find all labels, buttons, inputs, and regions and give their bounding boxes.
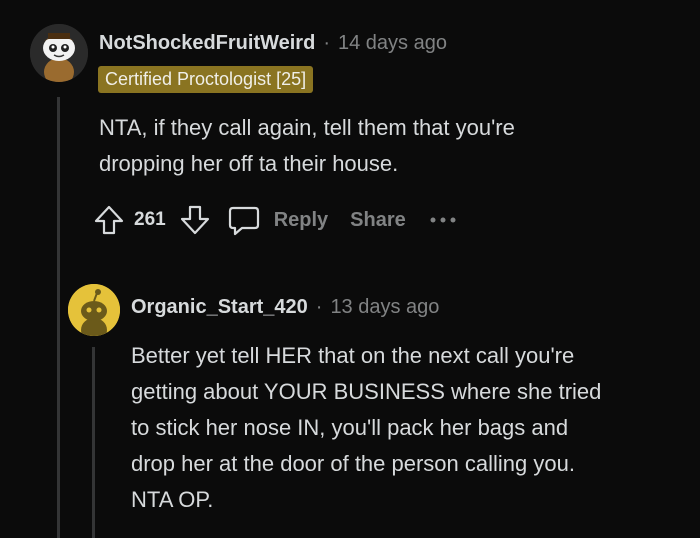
comment-body: NTA, if they call again, tell them that … bbox=[99, 110, 679, 182]
separator-dot: · bbox=[315, 296, 323, 318]
comment-line: dropping her off ta their house. bbox=[99, 151, 399, 176]
ellipsis-icon[interactable] bbox=[428, 215, 458, 225]
snoo-avatar-icon bbox=[68, 284, 120, 336]
comment-meta: NotShockedFruitWeird · 14 days ago bbox=[99, 32, 447, 55]
avatar[interactable] bbox=[68, 284, 120, 336]
arrow-down-icon[interactable] bbox=[178, 203, 212, 237]
comment-line: NTA OP. bbox=[131, 487, 214, 512]
separator-dot: · bbox=[323, 32, 330, 54]
comment-line: to stick her nose IN, you'll pack her ba… bbox=[131, 415, 569, 440]
snoo-avatar-icon bbox=[30, 24, 88, 82]
comment-line: drop her at the door of the person calli… bbox=[131, 451, 575, 476]
comment-line: Better yet tell HER that on the next cal… bbox=[131, 343, 575, 368]
share-button[interactable]: Share bbox=[350, 209, 406, 232]
comment-body: Better yet tell HER that on the next cal… bbox=[131, 338, 691, 518]
comment-line: getting about YOUR BUSINESS where she tr… bbox=[131, 379, 602, 404]
username[interactable]: Organic_Start_420 bbox=[131, 296, 308, 319]
comment-meta: Organic_Start_420 · 13 days ago bbox=[131, 296, 439, 319]
thread-line[interactable] bbox=[57, 97, 60, 538]
vote-count: 261 bbox=[134, 209, 166, 230]
timestamp[interactable]: 14 days ago bbox=[338, 32, 447, 55]
comment-actions: 261 Reply Share bbox=[92, 200, 458, 240]
arrow-up-icon[interactable] bbox=[92, 203, 126, 237]
thread-line[interactable] bbox=[92, 347, 95, 538]
avatar[interactable] bbox=[30, 24, 88, 82]
username[interactable]: NotShockedFruitWeird bbox=[99, 32, 315, 55]
speech-bubble-icon[interactable] bbox=[226, 202, 262, 238]
reply-button[interactable]: Reply bbox=[274, 209, 328, 232]
user-flair: Certified Proctologist [25] bbox=[98, 66, 314, 93]
comment-line: NTA, if they call again, tell them that … bbox=[99, 115, 515, 140]
timestamp[interactable]: 13 days ago bbox=[330, 296, 439, 319]
